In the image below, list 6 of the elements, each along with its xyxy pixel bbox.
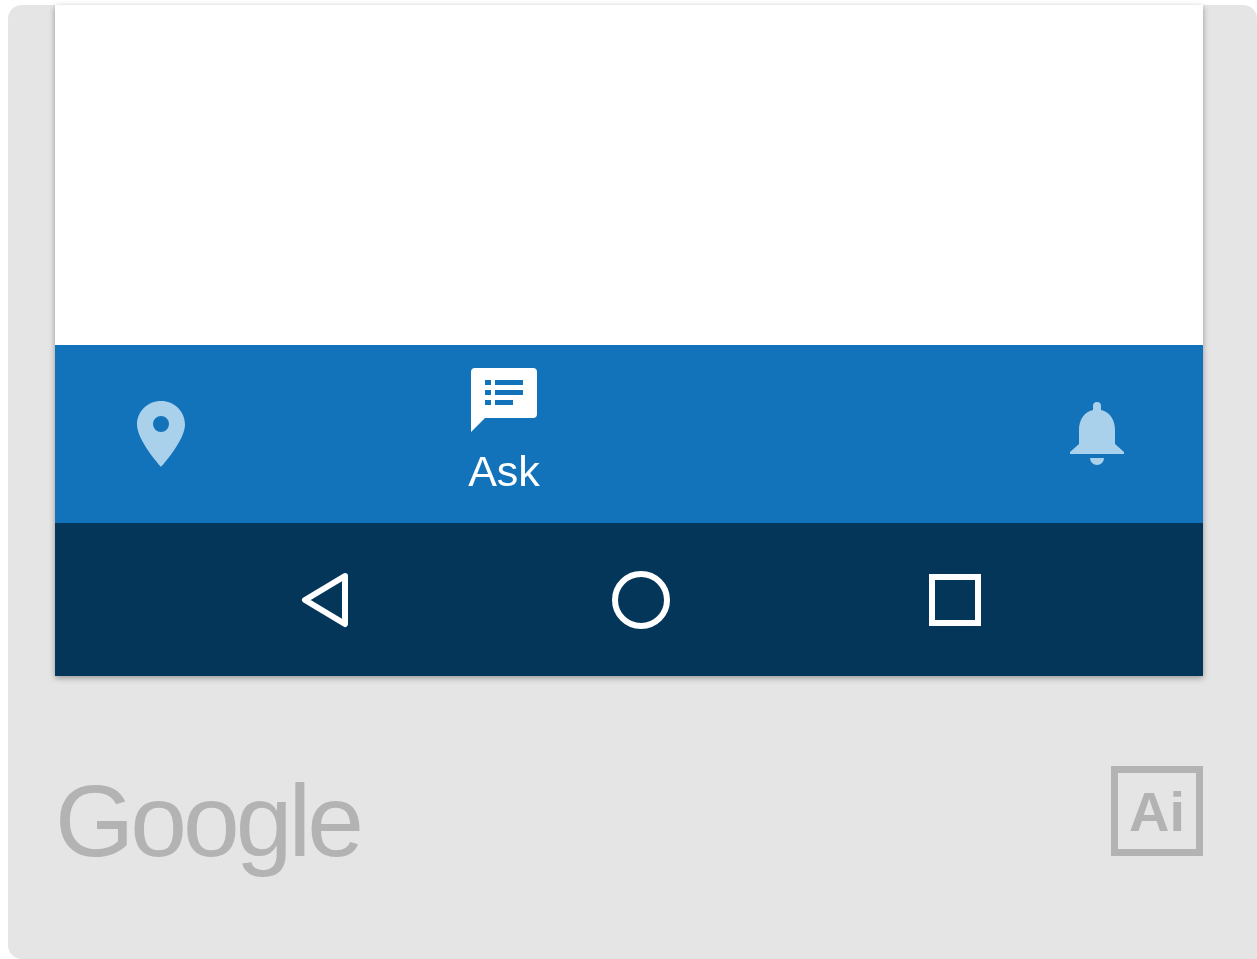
bell-icon [1069, 402, 1124, 466]
chat-list-icon [471, 368, 537, 432]
nav-tab[interactable]: Ask [397, 345, 611, 523]
recents-button[interactable] [929, 573, 981, 626]
home-button[interactable] [611, 569, 671, 630]
location-pin-icon [137, 401, 186, 467]
